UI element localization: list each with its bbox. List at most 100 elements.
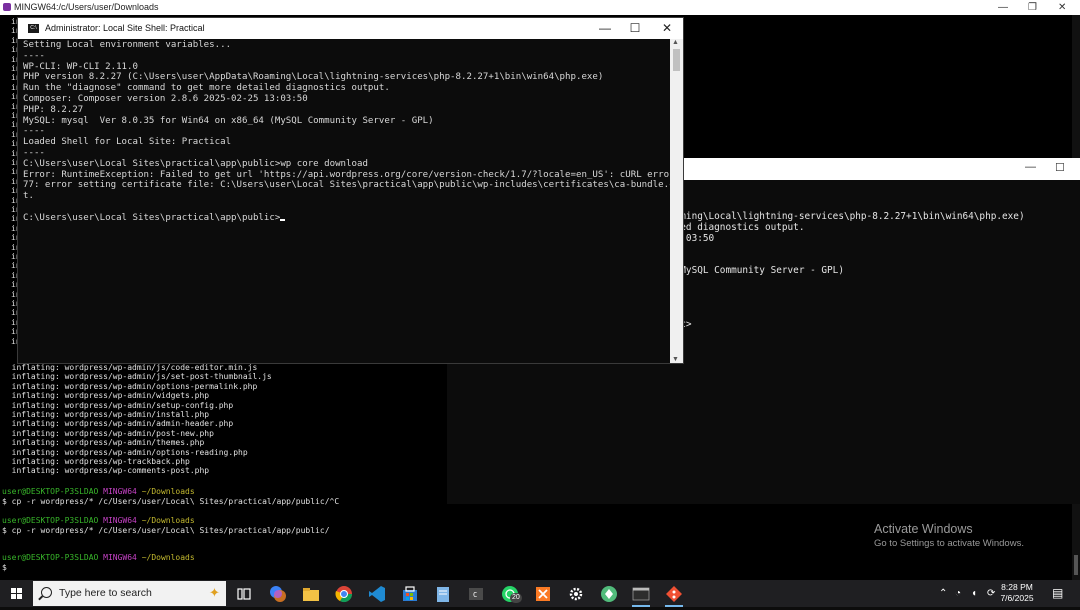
taskbar-clock[interactable]: 8:28 PM 7/6/2025: [995, 582, 1039, 604]
show-hidden-icons-icon[interactable]: ⌃: [939, 588, 947, 599]
terminal-output[interactable]: Setting Local environment variables... --…: [18, 39, 670, 363]
terminal-line: inflating: wordpress/wp-admin/js/code-ed…: [2, 363, 258, 372]
windows-logo-icon: [17, 588, 22, 593]
shell-prompt: user@DESKTOP-P3SLDAO MINGW64 ~/Downloads: [2, 487, 195, 496]
shell-command: $: [2, 562, 12, 572]
cmd-app-icon: C:\: [28, 24, 39, 33]
watermark-title: Activate Windows: [874, 522, 973, 536]
windows-logo-icon: [11, 588, 16, 593]
terminal-line: C:\Users\user\Local Sites\practical\app\…: [23, 213, 286, 224]
terminal-line: ----: [23, 126, 45, 137]
gear-icon: [569, 587, 583, 601]
terminal-line: inflating: wordpress/wp-comments-post.ph…: [2, 466, 210, 476]
xampp-icon: [536, 587, 550, 601]
terminal-line: inflating: wordpress/wp-admin/setup-conf…: [2, 400, 234, 410]
terminal-line: Error: RuntimeException: Failed to get u…: [23, 169, 670, 180]
local-app-button[interactable]: [598, 583, 620, 605]
prompt-shell: MINGW64: [103, 516, 137, 525]
shell-prompt: user@DESKTOP-P3SLDAO MINGW64 ~/Downloads: [2, 553, 195, 562]
minimize-button[interactable]: —: [1025, 161, 1036, 173]
window-title: Administrator: Local Site Shell: Practic…: [45, 23, 205, 33]
terminal-scrollbar[interactable]: ▲ ▼: [670, 39, 683, 363]
shell-command: $ cp -r wordpress/* /c/Users/user/Local\…: [2, 525, 330, 535]
prompt-user: user@DESKTOP-P3SLDAO: [2, 487, 99, 496]
prompt-directory: ~/Downloads: [141, 553, 195, 562]
terminal-icon: [632, 587, 650, 601]
whatsapp-button[interactable]: 20: [499, 583, 522, 605]
mingw64-title: MINGW64:/c/Users/user/Downloads: [14, 2, 159, 12]
terminal-line: inflating: wordpress/wp-admin/install.ph…: [2, 410, 210, 419]
terminal-line: Setting Local environment variables...: [23, 40, 232, 50]
terminal-line: Run the "diagnose" command to get more d…: [23, 83, 390, 94]
restore-button[interactable]: ❐: [1028, 0, 1037, 15]
terminal-button[interactable]: [630, 583, 652, 607]
scrollbar-thumb[interactable]: [1074, 555, 1078, 575]
vscode-button[interactable]: [366, 583, 388, 605]
cmd-button[interactable]: C: [465, 583, 487, 605]
git-icon: [666, 586, 682, 602]
git-bash-button[interactable]: [663, 583, 685, 607]
windows-logo-icon: [17, 594, 22, 599]
scrollbar-thumb[interactable]: [673, 49, 680, 71]
terminal-line: inflating: wordpress/wp-admin/options-re…: [2, 447, 248, 457]
shell-command: $ cp -r wordpress/* /c/Users/user/Local\…: [2, 496, 340, 506]
task-view-button[interactable]: [233, 583, 255, 605]
maximize-button[interactable]: ☐: [1055, 161, 1065, 174]
terminal-line: t.: [23, 191, 34, 202]
mingw-app-icon: [3, 3, 11, 11]
terminal-line: inflating: wordpress/wp-admin/admin-head…: [2, 419, 234, 429]
notepad-icon: [437, 587, 449, 602]
close-button[interactable]: ✕: [652, 18, 682, 39]
search-icon: [41, 587, 52, 598]
local-site-shell-titlebar[interactable]: C:\ Administrator: Local Site Shell: Pra…: [18, 18, 683, 39]
terminal-line: inflating: wordpress/wp-trackback.php: [2, 457, 190, 466]
minimize-button[interactable]: —: [590, 18, 620, 39]
xampp-button[interactable]: [532, 583, 554, 605]
prompt-directory: ~/Downloads: [141, 516, 195, 525]
terminal-line: ----: [23, 50, 45, 61]
file-explorer-button[interactable]: [300, 583, 322, 605]
terminal-line: inflating: wordpress/wp-admin/widgets.ph…: [2, 391, 210, 401]
prompt-user: user@DESKTOP-P3SLDAO: [2, 516, 99, 525]
prompt-shell: MINGW64: [103, 487, 137, 496]
terminal-line: Loaded Shell for Local Site: Practical: [23, 137, 232, 148]
notepad-button[interactable]: [432, 583, 454, 605]
text-cursor: [280, 218, 286, 221]
taskbar-search-box[interactable]: Type here to search ✦: [33, 581, 226, 606]
close-button[interactable]: ✕: [1058, 0, 1066, 15]
network-icon[interactable]: ◔: [955, 588, 961, 599]
start-button[interactable]: [0, 580, 32, 607]
settings-button[interactable]: [565, 583, 587, 605]
chrome-button[interactable]: [333, 583, 355, 605]
mingw64-titlebar[interactable]: MINGW64:/c/Users/user/Downloads — ❐ ✕: [0, 0, 1080, 15]
terminal-line: Composer: Composer version 2.8.6 2025-02…: [23, 94, 308, 104]
taskbar: Type here to search ✦ C 20 ⌃ ◔ ◖ ⟳ 8:28 …: [0, 580, 1080, 607]
notifications-icon[interactable]: ▤: [1052, 586, 1063, 600]
volume-icon[interactable]: ◖: [971, 588, 977, 599]
terminal-line: inflating: wordpress/wp-admin/js/set-pos…: [2, 372, 272, 382]
maximize-button[interactable]: ☐: [620, 18, 650, 39]
scroll-up-arrow-icon[interactable]: ▲: [672, 39, 679, 46]
terminal-line: inflating: wordpress/wp-admin/options-pe…: [2, 381, 258, 391]
task-view-icon: [237, 588, 251, 600]
windows-logo-icon: [11, 594, 16, 599]
terminal-line: PHP: 8.2.27: [23, 104, 84, 115]
terminal-line: 77: error setting certificate file: C:\U…: [23, 180, 670, 191]
shell-prompt: user@DESKTOP-P3SLDAO MINGW64 ~/Downloads: [2, 516, 195, 525]
search-highlight-icon[interactable]: ✦: [209, 585, 220, 601]
local-site-shell-window[interactable]: C:\ Administrator: Local Site Shell: Pra…: [18, 18, 683, 363]
prompt-user: user@DESKTOP-P3SLDAO: [2, 553, 99, 562]
terminal-line: ----: [23, 148, 45, 158]
copilot-button[interactable]: [267, 583, 289, 605]
terminal-line: inflating: wordpress/wp-admin/themes.php: [2, 438, 205, 448]
console-icon: C: [469, 588, 483, 600]
clock-date: 7/6/2025: [1000, 593, 1034, 603]
terminal-line: PHP version 8.2.27 (C:\Users\user\AppDat…: [23, 72, 604, 83]
store-button[interactable]: [399, 583, 421, 605]
prompt-directory: ~/Downloads: [141, 487, 195, 496]
store-icon: [403, 586, 417, 601]
terminal-line: MySQL: mysql Ver 8.0.35 for Win64 on x86…: [23, 115, 434, 126]
scroll-down-arrow-icon[interactable]: ▼: [672, 356, 679, 363]
watermark-subtitle: Go to Settings to activate Windows.: [874, 538, 1024, 549]
minimize-button[interactable]: —: [998, 0, 1008, 15]
